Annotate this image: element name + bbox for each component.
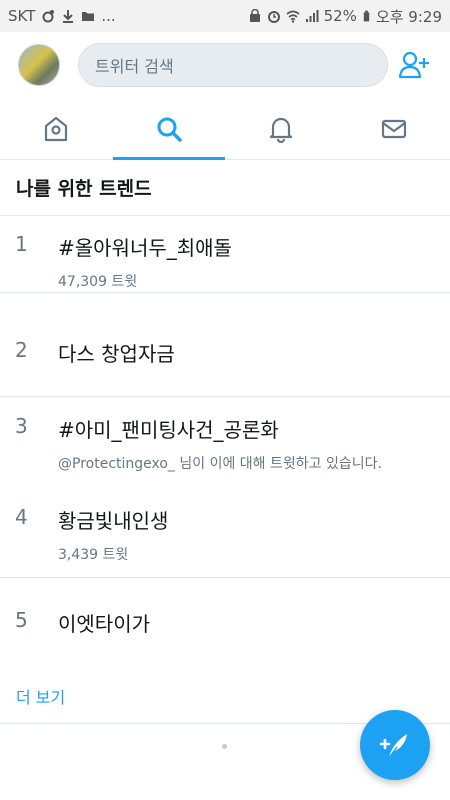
tab-home[interactable] bbox=[0, 98, 113, 159]
home-icon bbox=[45, 116, 68, 141]
page-indicator-dot bbox=[222, 744, 227, 749]
download-icon bbox=[63, 10, 74, 23]
lock-icon bbox=[249, 9, 260, 22]
status-bar: SKT ... 52% 오후 9:29 bbox=[0, 0, 450, 32]
carrier-label: SKT bbox=[8, 7, 36, 25]
add-user-icon bbox=[399, 51, 429, 79]
battery-percent: 52% bbox=[323, 7, 357, 25]
avatar[interactable] bbox=[18, 44, 60, 86]
trend-item-4[interactable]: 4 황금빛내인생 3,439 트윗 bbox=[0, 505, 450, 564]
status-overflow: ... bbox=[101, 7, 116, 25]
top-header: 트위터 검색 bbox=[0, 32, 450, 98]
trend-rank: 3 bbox=[15, 414, 28, 438]
trend-item-3[interactable]: 3 #아미_팬미팅사건_공론화 @Protectingexo_ 님이 이에 대해… bbox=[0, 414, 450, 473]
trend-name: #아미_팬미팅사건_공론화 bbox=[58, 418, 279, 442]
trend-divider bbox=[0, 577, 450, 578]
trend-name: 다스 창업자금 bbox=[58, 342, 175, 366]
trend-meta: @Protectingexo_ 님이 이에 대해 트윗하고 있습니다. bbox=[58, 456, 382, 472]
mail-icon bbox=[381, 119, 406, 138]
wifi-icon bbox=[286, 10, 300, 23]
tab-search[interactable] bbox=[112, 98, 226, 160]
trend-item-1[interactable]: 1 #올아워너두_최애돌 47,309 트윗 bbox=[0, 232, 450, 291]
battery-icon bbox=[363, 10, 370, 22]
trend-rank: 5 bbox=[15, 608, 28, 632]
compose-tweet-button[interactable] bbox=[360, 710, 430, 780]
section-title: 나를 위한 트렌드 bbox=[0, 160, 450, 216]
add-user-button[interactable] bbox=[398, 48, 432, 82]
show-more-link[interactable]: 더 보기 bbox=[16, 684, 65, 708]
compose-feather-icon bbox=[379, 734, 407, 760]
sync-icon bbox=[42, 10, 55, 23]
trend-rank: 1 bbox=[15, 232, 28, 256]
tab-bar bbox=[0, 98, 450, 160]
folder-icon bbox=[82, 12, 95, 21]
trend-meta: 3,439 트윗 bbox=[58, 547, 129, 563]
clock-time: 오후 9:29 bbox=[375, 7, 442, 26]
trend-meta: 47,309 트윗 bbox=[58, 274, 138, 290]
search-placeholder: 트위터 검색 bbox=[95, 57, 174, 76]
tab-messages[interactable] bbox=[338, 98, 450, 159]
search-input[interactable]: 트위터 검색 bbox=[78, 43, 388, 87]
trend-name: 이엣타이가 bbox=[58, 612, 150, 636]
trend-name: #올아워너두_최애돌 bbox=[58, 236, 232, 260]
trend-divider bbox=[0, 292, 450, 293]
search-icon bbox=[157, 117, 182, 142]
tab-notifications[interactable] bbox=[225, 98, 338, 159]
trend-divider bbox=[0, 396, 450, 397]
trend-rank: 2 bbox=[15, 338, 28, 362]
trend-rank: 4 bbox=[15, 505, 28, 529]
signal-icon bbox=[305, 10, 319, 22]
trend-item-2[interactable]: 2 다스 창업자금 bbox=[0, 338, 450, 367]
trend-name: 황금빛내인생 bbox=[58, 509, 169, 533]
bell-icon bbox=[270, 117, 293, 143]
trend-item-5[interactable]: 5 이엣타이가 bbox=[0, 608, 450, 637]
alarm-icon bbox=[267, 11, 280, 23]
